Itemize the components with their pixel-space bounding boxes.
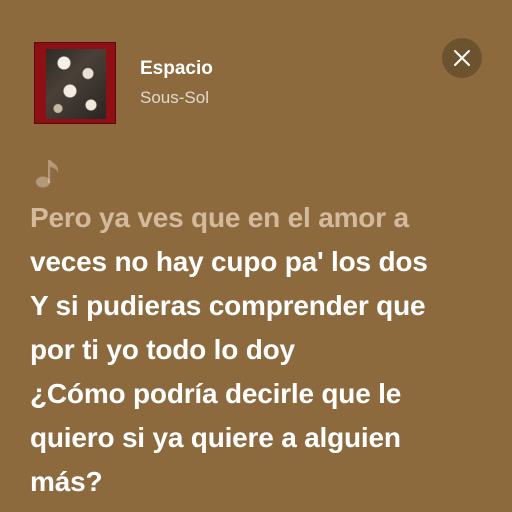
music-note-icon	[36, 160, 59, 188]
album-cover-image	[46, 49, 106, 119]
close-icon	[454, 50, 470, 66]
album-art	[34, 42, 116, 124]
lyric-line[interactable]: Pero ya ves que en el amor a	[30, 196, 500, 240]
lyric-line[interactable]: por ti yo todo lo doy	[30, 328, 500, 372]
lyrics-list: Pero ya ves que en el amor a veces no hay…	[30, 196, 500, 504]
lyric-line[interactable]: ¿Cómo podría decirle que le	[30, 372, 500, 416]
now-playing-header: Espacio Sous-Sol	[34, 42, 482, 124]
track-title: Espacio	[140, 58, 213, 79]
lyric-line[interactable]: más?	[30, 460, 500, 504]
lyric-line[interactable]: Y si pudieras comprender que	[30, 284, 500, 328]
lyric-line[interactable]: veces no hay cupo pa' los dos	[30, 240, 500, 284]
close-button[interactable]	[442, 38, 482, 78]
track-artist[interactable]: Sous-Sol	[140, 88, 209, 108]
lyric-line[interactable]: quiero si ya quiere a alguien	[30, 416, 500, 460]
